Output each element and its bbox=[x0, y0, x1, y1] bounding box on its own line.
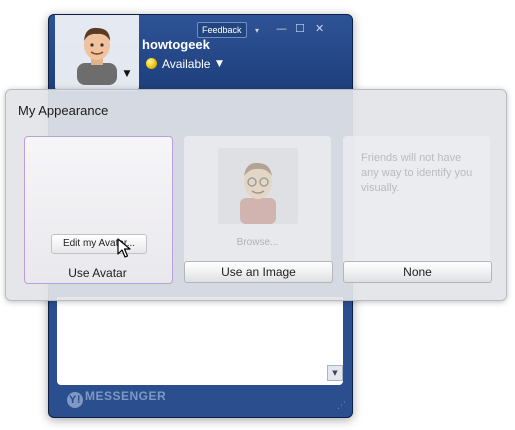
avatar-dropdown-icon[interactable]: ▼ bbox=[121, 69, 133, 79]
my-appearance-panel: My Appearance Edit my Avatar... Browse..… bbox=[5, 89, 507, 301]
use-avatar-button[interactable]: Use Avatar bbox=[24, 262, 171, 284]
window-menu-chevron-icon[interactable]: ▾ bbox=[255, 25, 259, 37]
none-button[interactable]: None bbox=[343, 261, 492, 283]
use-image-button[interactable]: Use an Image bbox=[184, 261, 333, 283]
status-selector[interactable]: Available bbox=[162, 57, 210, 71]
status-chevron-down-icon[interactable]: ▼ bbox=[216, 59, 223, 69]
minimize-icon[interactable]: — bbox=[276, 23, 287, 35]
status-indicator-icon bbox=[146, 58, 157, 69]
image-thumbnail bbox=[218, 148, 298, 224]
close-icon[interactable]: ✕ bbox=[315, 23, 324, 35]
avatar-icon bbox=[77, 27, 117, 85]
contact-list[interactable] bbox=[57, 297, 343, 385]
browse-button[interactable]: Browse... bbox=[184, 237, 331, 248]
panel-title: My Appearance bbox=[18, 103, 109, 118]
none-description: Friends will not have any way to identif… bbox=[361, 152, 473, 194]
messenger-logo-text: MESSENGER bbox=[85, 389, 167, 403]
resize-grip-icon[interactable]: ⋰ bbox=[337, 401, 346, 411]
messenger-logo: Y! MESSENGER bbox=[67, 387, 167, 408]
edit-avatar-button[interactable]: Edit my Avatar... bbox=[51, 234, 147, 254]
username: howtogeek bbox=[142, 37, 210, 52]
yahoo-logo-icon: Y! bbox=[67, 392, 83, 408]
maximize-icon[interactable]: ☐ bbox=[295, 23, 305, 35]
avatar-image-icon bbox=[240, 162, 276, 224]
pointer-cursor-icon bbox=[117, 238, 131, 258]
feedback-button[interactable]: Feedback bbox=[197, 22, 247, 38]
avatar-button[interactable]: ▼ bbox=[55, 15, 139, 91]
scroll-down-button[interactable]: ▼ bbox=[327, 365, 343, 381]
